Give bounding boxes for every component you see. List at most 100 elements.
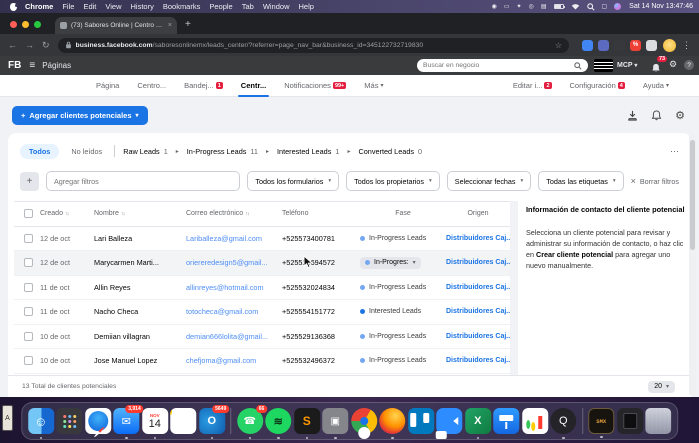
close-window-button[interactable] (10, 21, 17, 28)
bookmark-star-icon[interactable]: ☆ (555, 41, 562, 50)
menu-app-name[interactable]: Chrome (25, 2, 53, 11)
row-checkbox[interactable] (24, 283, 33, 292)
menu-tab[interactable]: Tab (242, 2, 254, 11)
alerts-bell-icon[interactable] (651, 110, 662, 121)
nav-mas[interactable]: Más▾ (364, 81, 383, 90)
lead-origin-link[interactable]: Distribuidores Caj.. (446, 284, 516, 291)
forward-icon[interactable]: → (25, 40, 34, 50)
menu-window[interactable]: Window (263, 2, 290, 11)
hamburger-menu-icon[interactable]: ≡ (29, 60, 35, 71)
battery-icon[interactable] (554, 4, 564, 9)
tab-interested-leads[interactable]: Interested Leads1 (277, 147, 339, 156)
menu-history[interactable]: History (131, 2, 154, 11)
record-status-icon[interactable]: ◉ (492, 3, 497, 10)
lead-email[interactable]: chefjoma@gmail.com (186, 356, 282, 365)
target-status-icon[interactable]: ◎ (529, 3, 534, 10)
nav-centro-leads-active[interactable]: Centr... (241, 81, 266, 90)
dark-app-dock-icon[interactable] (617, 408, 643, 434)
lead-stage[interactable]: In-Progress Leads (360, 284, 446, 291)
col-fase[interactable]: Fase (360, 210, 446, 217)
lead-row[interactable]: 11 de oct Allin Reyes allinreyes@hotmail… (14, 276, 510, 301)
content-scrollbar[interactable] (689, 135, 696, 395)
row-checkbox[interactable] (24, 307, 33, 316)
col-creado[interactable]: Creado ↑↓ (40, 210, 94, 217)
row-checkbox[interactable] (24, 234, 33, 243)
mail-dock-icon[interactable]: ✉3,914 (113, 408, 139, 434)
menu-bookmarks[interactable]: Bookmarks (163, 2, 201, 11)
profile-avatar[interactable] (663, 39, 676, 52)
whatsapp-dock-icon[interactable]: ☎66 (237, 408, 263, 434)
calendar-dock-icon[interactable]: NOV14 (142, 408, 168, 434)
filter-etiquetas[interactable]: Todas las etiquetas▾ (538, 171, 623, 191)
menu-file[interactable]: File (62, 2, 74, 11)
lead-row[interactable]: 11 de oct Nacho Checa totocheca@gmail.co… (14, 300, 510, 325)
lead-row[interactable]: 10 de oct Jose Manuel Lopez chefjoma@gma… (14, 349, 510, 374)
excel-dock-icon[interactable]: X (465, 408, 491, 434)
tab-converted-leads[interactable]: Converted Leads0 (358, 147, 422, 156)
lead-origin-link[interactable]: Distribuidores Caj.. (446, 357, 516, 364)
maximize-window-button[interactable] (34, 21, 41, 28)
business-switcher[interactable]: MCP ▾ (617, 62, 637, 69)
finder-dock-icon[interactable]: ☺ (28, 408, 54, 434)
extensions-puzzle-icon[interactable] (646, 40, 657, 51)
safari-dock-icon[interactable] (85, 408, 111, 434)
more-options-icon[interactable]: ⋯ (670, 146, 679, 157)
tab-raw-leads[interactable]: Raw Leads1 (123, 147, 168, 156)
smx-dock-icon[interactable]: SMX (588, 408, 614, 434)
lead-email[interactable]: demian666lolita@gmail... (186, 332, 282, 341)
lead-origin-link[interactable]: Distribuidores Caj.. (446, 235, 516, 242)
trash-dock-icon[interactable] (645, 408, 671, 434)
filter-input[interactable] (46, 171, 240, 191)
browser-tab[interactable]: (73) Sabores Online | Centro c… × (55, 17, 177, 34)
back-icon[interactable]: ← (8, 40, 17, 50)
sublime-dock-icon[interactable]: S (294, 408, 320, 434)
trello-dock-icon[interactable] (408, 408, 434, 434)
notes-dock-icon[interactable] (170, 408, 196, 434)
lead-origin-link[interactable]: Distribuidores Caj.. (446, 308, 516, 315)
nav-notificaciones[interactable]: Notificaciones99+ (284, 81, 346, 90)
facebook-logo[interactable]: FB (8, 60, 21, 71)
clear-filters-button[interactable]: ×Borrar filtros (631, 176, 679, 186)
minimize-window-button[interactable] (22, 21, 29, 28)
col-telefono[interactable]: Teléfono (282, 210, 360, 217)
page-size-selector[interactable]: 20▾ (648, 381, 675, 393)
lead-email[interactable]: Lariballeza@gmail.com (186, 234, 282, 243)
menu-edit[interactable]: Edit (83, 2, 96, 11)
col-origen[interactable]: Origen (446, 210, 510, 217)
numbers-dock-icon[interactable] (522, 408, 548, 434)
filter-propietarios[interactable]: Todos los propietarios▾ (346, 171, 440, 191)
row-checkbox[interactable] (24, 258, 33, 267)
keynote-dock-icon[interactable] (493, 408, 519, 434)
quicktime-dock-icon[interactable]: Q (550, 408, 576, 434)
address-bar[interactable]: business.facebook.com/saboresonlinemx/le… (58, 38, 569, 53)
lead-stage-dropdown[interactable]: In-Progres:▾ (360, 257, 446, 269)
new-tab-button[interactable]: + (185, 19, 191, 30)
lead-stage[interactable]: Interested Leads (360, 308, 446, 315)
outlook-dock-icon[interactable]: O5649 (199, 408, 225, 434)
filter-fechas[interactable]: Seleccionar fechas▾ (447, 171, 532, 191)
nav-ayuda[interactable]: Ayuda▾ (643, 81, 669, 90)
lead-stage[interactable]: In-Progress Leads (360, 357, 446, 364)
col-correo[interactable]: Correo electrónico ↑↓ (186, 210, 282, 217)
add-filter-button[interactable]: + (20, 172, 39, 191)
spotify-dock-icon[interactable]: ≋ (265, 408, 291, 434)
wifi-icon[interactable] (571, 3, 580, 10)
spotlight-search-icon[interactable] (587, 3, 595, 11)
keyboard-status-icon[interactable]: ▤ (541, 3, 547, 10)
business-avatar[interactable] (594, 59, 613, 72)
tab-todos[interactable]: Todos (20, 144, 59, 159)
lead-email[interactable]: oriereredesign5@gmail... (186, 258, 282, 267)
select-all-checkbox[interactable] (24, 209, 33, 218)
help-icon[interactable]: ? (684, 60, 694, 70)
tab-close-icon[interactable]: × (168, 22, 172, 29)
col-nombre[interactable]: Nombre ↑↓ (94, 210, 186, 217)
chrome-menu-icon[interactable]: ⋮ (682, 40, 691, 51)
leads-settings-gear-icon[interactable]: ⚙ (675, 109, 685, 122)
lead-email[interactable]: allinreyes@hotmail.com (186, 283, 282, 292)
firefox-dock-icon[interactable] (379, 408, 405, 434)
lead-row-hovered[interactable]: 12 de oct Marycarmen Marti... oriererede… (14, 251, 510, 276)
extension-icon-2[interactable] (598, 40, 609, 51)
photobooth-dock-icon[interactable]: ▣ (322, 408, 348, 434)
apple-menu-icon[interactable] (10, 3, 17, 11)
nav-bandeja[interactable]: Bandej...1 (184, 81, 223, 90)
